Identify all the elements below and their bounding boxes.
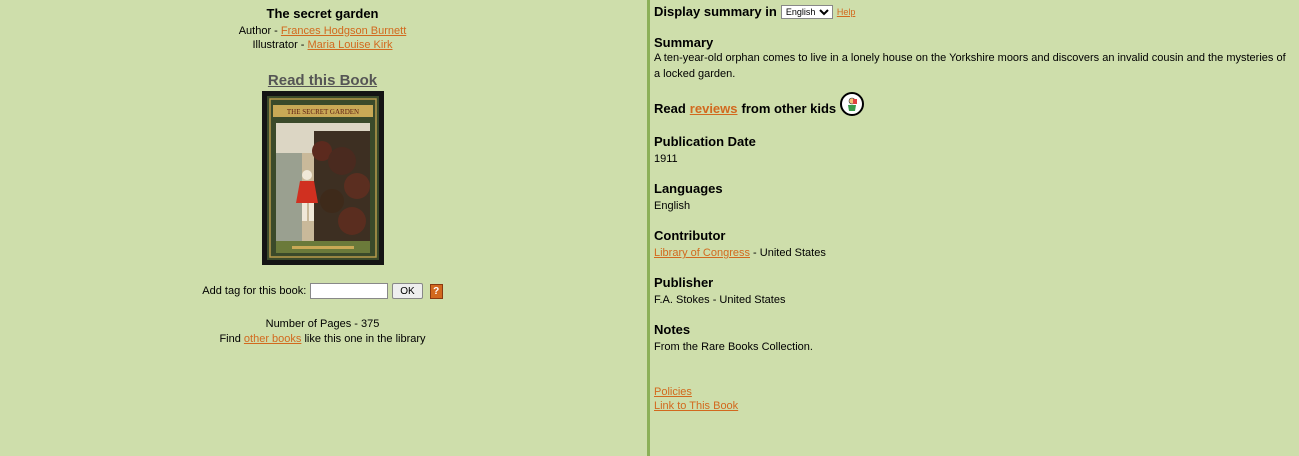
publisher-heading: Publisher [654, 275, 714, 290]
publication-heading: Publication Date [654, 134, 756, 149]
tag-input[interactable] [310, 283, 389, 299]
notes-heading: Notes [654, 322, 691, 337]
policies-link[interactable]: Policies [654, 386, 692, 398]
book-details-panel: The secret garden Author - Frances Hodgs… [0, 0, 645, 456]
author-label: Author - [238, 25, 281, 37]
cover-title-text: THE SECRET GARDEN [286, 108, 358, 116]
publication-section: Publication Date 1911 [654, 134, 1294, 167]
find-similar-line: Find other books like this one in the li… [0, 332, 645, 347]
summary-heading: Summary [654, 35, 714, 50]
reviews-suffix: from other kids [741, 100, 837, 116]
read-book-link[interactable]: Read this Book [0, 72, 645, 89]
book-info-panel: Display summary in English Help Summary … [654, 0, 1294, 456]
languages-section: Languages English [654, 181, 1294, 214]
page-count: Number of Pages - 375 [265, 318, 380, 330]
footer-links: Policies Link to This Book [654, 385, 1294, 413]
publisher-section: Publisher F.A. Stokes - United States [654, 275, 1294, 308]
find-suffix: like this one in the library [301, 333, 426, 345]
display-summary-row: Display summary in English Help [654, 4, 1294, 19]
link-to-book-link[interactable]: Link to This Book [654, 400, 738, 412]
help-link[interactable]: Help [837, 7, 856, 17]
reviews-row: Read reviews from other kids [654, 92, 1294, 116]
book-title: The secret garden [266, 6, 379, 21]
publication-value: 1911 [654, 153, 678, 165]
languages-value: English [654, 200, 691, 212]
author-line: Author - Frances Hodgson Burnett [0, 24, 645, 38]
illustrator-label: Illustrator - [252, 39, 308, 51]
illustrator-line: Illustrator - Maria Louise Kirk [0, 38, 645, 52]
notes-section: Notes From the Rare Books Collection. [654, 322, 1294, 355]
publisher-value: F.A. Stokes - United States [654, 294, 786, 306]
book-cover-image[interactable]: THE SECRET GARDEN [261, 91, 384, 265]
other-books-link[interactable]: other books [244, 333, 301, 345]
languages-heading: Languages [654, 181, 723, 196]
reviews-prefix: Read [654, 100, 686, 116]
tag-ok-button[interactable]: OK [392, 283, 423, 299]
add-tag-row: Add tag for this book: OK ? [0, 283, 645, 299]
book-cover-illustration: THE SECRET GARDEN [261, 91, 384, 265]
display-summary-label: Display summary in [654, 4, 777, 19]
find-prefix: Find [219, 333, 244, 345]
kid-face-icon [848, 97, 858, 111]
add-tag-label: Add tag for this book: [202, 285, 307, 297]
contributor-heading: Contributor [654, 228, 726, 243]
reviews-link[interactable]: reviews [690, 101, 738, 116]
author-link[interactable]: Frances Hodgson Burnett [281, 25, 406, 37]
notes-value: From the Rare Books Collection. [654, 341, 813, 353]
summary-section: Summary A ten-year-old orphan comes to l… [654, 35, 1294, 82]
panel-divider [647, 0, 650, 456]
contributor-section: Contributor Library of Congress - United… [654, 228, 1294, 261]
kid-reviews-icon[interactable] [840, 92, 865, 116]
summary-text: A ten-year-old orphan comes to live in a… [654, 52, 1286, 80]
language-select[interactable]: English [780, 4, 833, 19]
contributor-suffix: - United States [750, 247, 826, 259]
contributor-line: Library of Congress - United States [654, 245, 1294, 261]
tag-help-button[interactable]: ? [429, 283, 443, 299]
illustrator-link[interactable]: Maria Louise Kirk [308, 39, 393, 51]
contributor-link[interactable]: Library of Congress [654, 247, 750, 259]
